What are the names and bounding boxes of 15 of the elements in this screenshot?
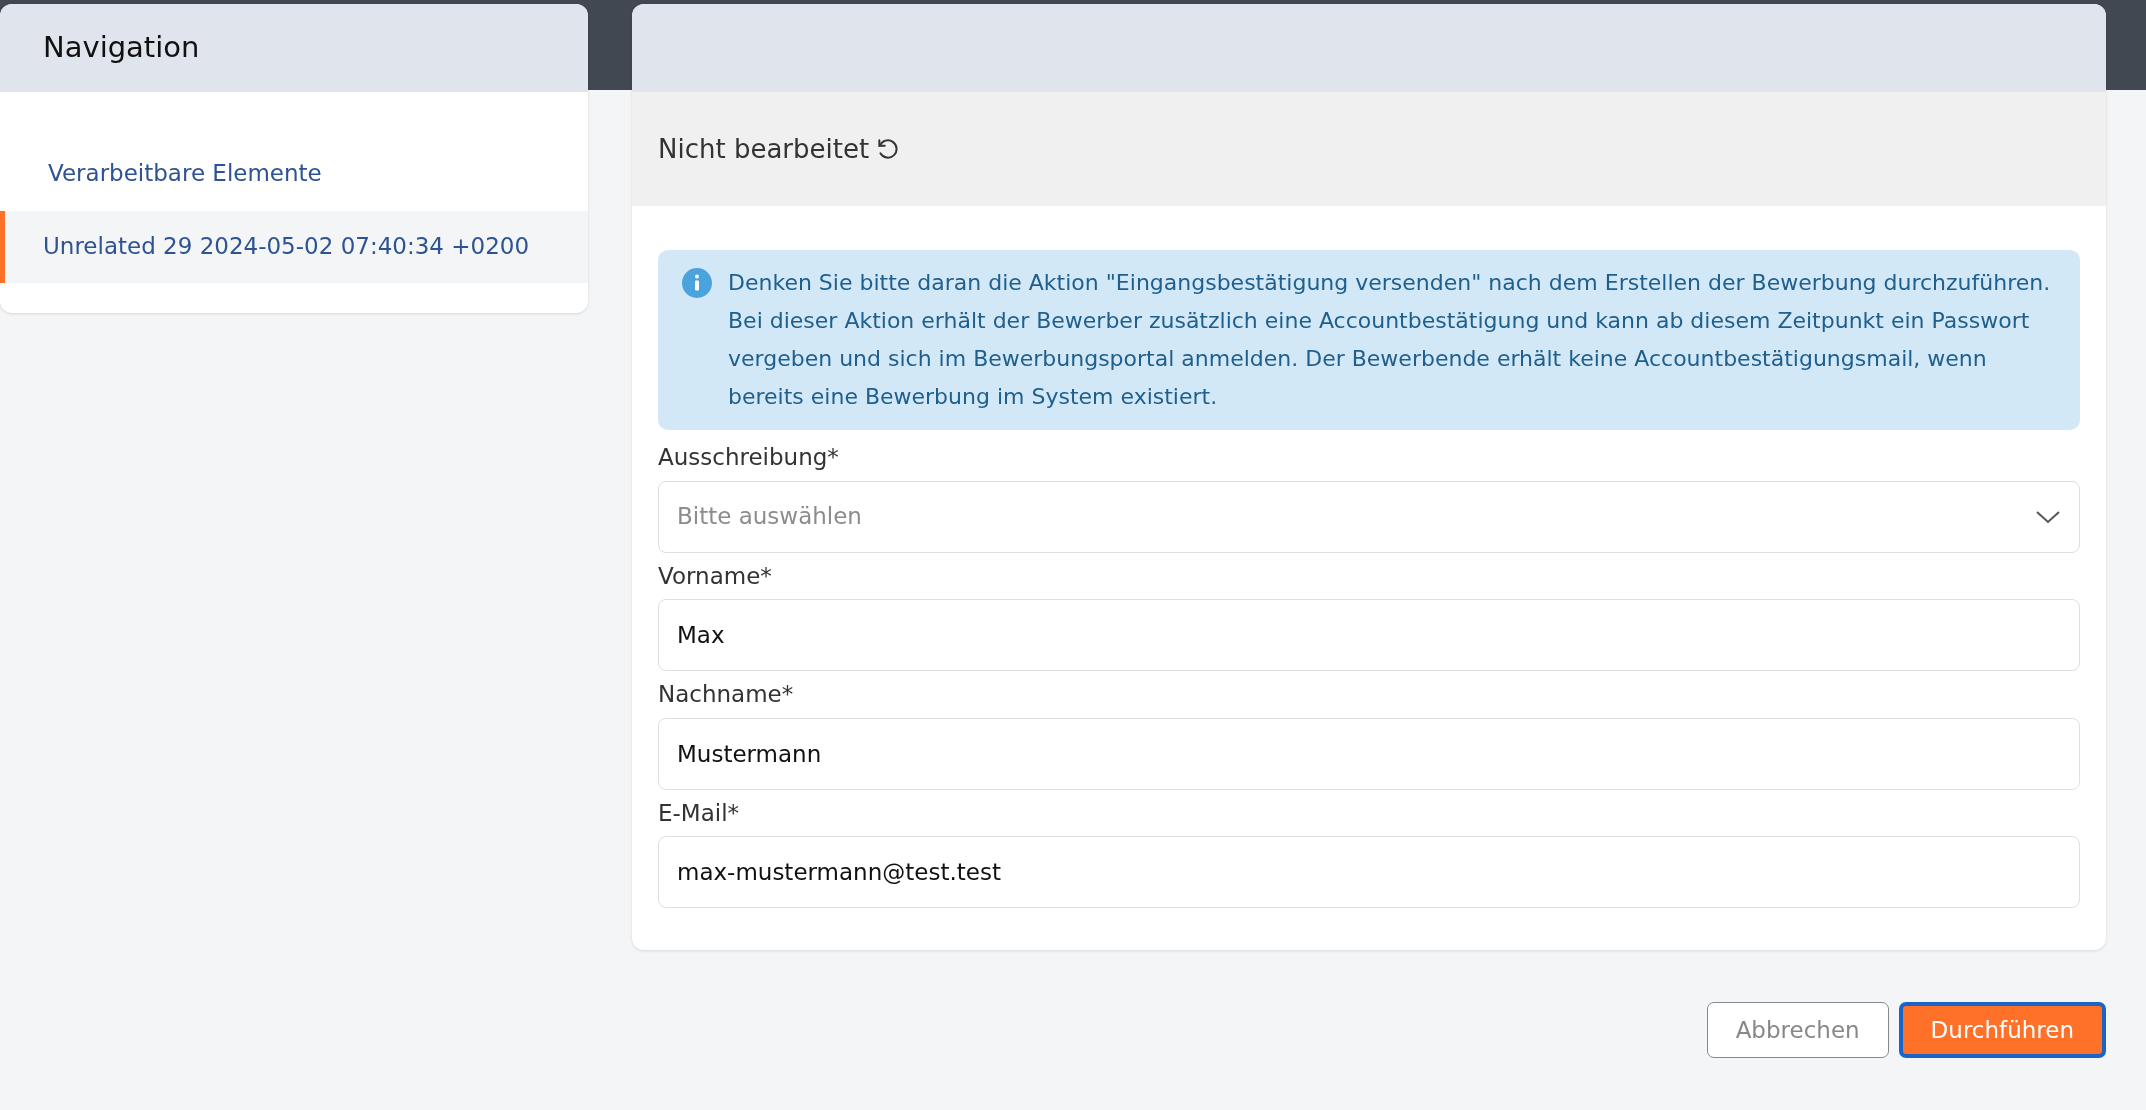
navigation-item[interactable]: Unrelated 29 2024-05-02 07:40:34 +0200 [0, 210, 588, 283]
alert-text: Denken Sie bitte daran die Aktion "Eingangsbestätigung versenden" nach dem Erstellen der Bewerbung durchzuführen. Bei dieser Aktion erhält der Bewerber zusätzlich eine Accountbestätigung und kann ab diesem Zeitpunkt ein Passwort vergeben und sich im Bewerbungsportal anmelden. Der Bewerbende erhält keine Accountbestätigungsmail, wenn bereits eine Bewerbung im System existiert. [728, 269, 2052, 411]
chevron-down-icon [2035, 508, 2061, 525]
field-label: E-Mail* [658, 798, 741, 828]
navigation-title: Navigation [0, 4, 588, 92]
status-text: Nicht bearbeitet [658, 132, 870, 166]
input-field[interactable]: Max [658, 599, 2080, 671]
field-label: Nachname* [658, 680, 795, 709]
navigation-item[interactable]: Verarbeitbare Elemente [0, 138, 588, 211]
cancel-button[interactable]: Abbrechen [1706, 1002, 1889, 1058]
info-icon [682, 268, 712, 298]
field-label: Ausschreibung* [658, 443, 840, 472]
input-field[interactable]: max-mustermann@test.test [658, 836, 2080, 908]
input-field[interactable]: Mustermann [658, 717, 2080, 790]
field-label: Vorname* [658, 561, 773, 591]
